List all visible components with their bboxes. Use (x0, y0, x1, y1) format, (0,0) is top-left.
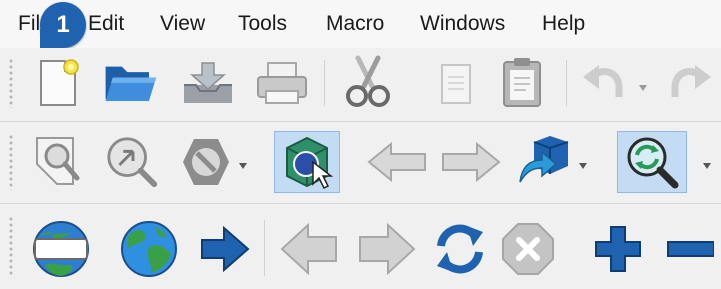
zoom-in-plus-icon (595, 226, 641, 272)
view-back-button[interactable] (362, 134, 432, 190)
step-number-badge: 1 (40, 2, 86, 48)
save-button[interactable] (180, 54, 236, 110)
menu-bar: File Edit View Tools Macro Windows Help … (0, 0, 721, 48)
navigate-button[interactable] (104, 134, 160, 190)
3d-cube-view-icon (286, 136, 334, 190)
menu-view[interactable]: View (160, 10, 205, 38)
undo-dropdown[interactable] (636, 78, 650, 98)
toolbar-grip[interactable] (8, 134, 14, 190)
refresh-zoom-button[interactable] (617, 131, 687, 193)
3d-view-button[interactable] (274, 131, 340, 193)
view-toolbar (0, 124, 721, 202)
internet-button[interactable] (118, 218, 180, 280)
save-tray-icon (184, 62, 232, 103)
stop-icon (502, 223, 554, 275)
export-box-icon (519, 136, 569, 183)
dropdown-arrow-icon (239, 163, 247, 169)
web-back-button[interactable] (276, 218, 344, 280)
dropdown-arrow-icon (703, 163, 711, 169)
web-page-globe-icon (33, 221, 89, 277)
toolbar-separator (324, 60, 325, 106)
redo-icon (671, 65, 711, 97)
new-document-icon (40, 59, 79, 106)
view-forward-button[interactable] (436, 134, 506, 190)
copy-button[interactable] (428, 54, 484, 110)
web-page-button[interactable] (30, 218, 92, 280)
forward-arrow-icon (359, 222, 416, 276)
menu-macro[interactable]: Macro (326, 10, 384, 38)
paste-clipboard-icon (503, 58, 541, 107)
file-toolbar (0, 48, 721, 118)
refresh-icon (437, 224, 483, 274)
application-window: File Edit View Tools Macro Windows Help … (0, 0, 721, 289)
go-arrow-icon (201, 226, 250, 272)
new-document-button[interactable] (30, 54, 86, 110)
dropdown-arrow-icon (639, 85, 647, 91)
open-folder-icon (105, 66, 157, 101)
export-dropdown[interactable] (576, 156, 590, 176)
zoom-out-button[interactable] (662, 218, 721, 280)
internet-globe-icon (121, 221, 177, 277)
copy-icon (441, 64, 471, 104)
block-button[interactable] (178, 134, 234, 190)
navigate-arrow-icon (107, 137, 158, 188)
redo-button[interactable] (662, 54, 718, 110)
forward-arrow-icon (442, 141, 501, 183)
back-arrow-icon (367, 141, 426, 183)
zoom-page-button[interactable] (30, 134, 86, 190)
menu-edit[interactable]: Edit (88, 10, 124, 38)
toolbar-grip[interactable] (8, 58, 14, 108)
stop-button[interactable] (498, 218, 558, 280)
undo-button[interactable] (576, 54, 632, 110)
toolbar-separator (264, 220, 265, 276)
cut-button[interactable] (340, 54, 396, 110)
web-toolbar (0, 206, 721, 289)
zoom-out-minus-icon (667, 241, 714, 257)
menu-help[interactable]: Help (542, 10, 585, 38)
web-forward-button[interactable] (352, 218, 420, 280)
go-button[interactable] (194, 218, 254, 280)
open-button[interactable] (102, 54, 158, 110)
cut-scissors-icon (346, 55, 390, 107)
export-button[interactable] (516, 134, 572, 190)
toolbar-grip[interactable] (8, 216, 14, 276)
menu-tools[interactable]: Tools (238, 10, 287, 38)
print-button[interactable] (254, 54, 310, 110)
refresh-zoom-icon (627, 137, 679, 189)
back-arrow-icon (280, 222, 337, 276)
block-hexagon-icon (183, 139, 229, 185)
refresh-button[interactable] (430, 218, 490, 280)
refresh-zoom-dropdown[interactable] (700, 156, 714, 176)
undo-icon (583, 65, 623, 97)
zoom-page-icon (36, 137, 80, 185)
dropdown-arrow-icon (579, 163, 587, 169)
zoom-in-button[interactable] (588, 218, 648, 280)
toolbar-divider (0, 203, 721, 204)
toolbar-divider (0, 121, 721, 122)
paste-button[interactable] (494, 54, 550, 110)
menu-windows[interactable]: Windows (420, 10, 505, 38)
toolbar-separator (566, 60, 567, 106)
block-dropdown[interactable] (236, 156, 250, 176)
print-icon (257, 62, 307, 104)
